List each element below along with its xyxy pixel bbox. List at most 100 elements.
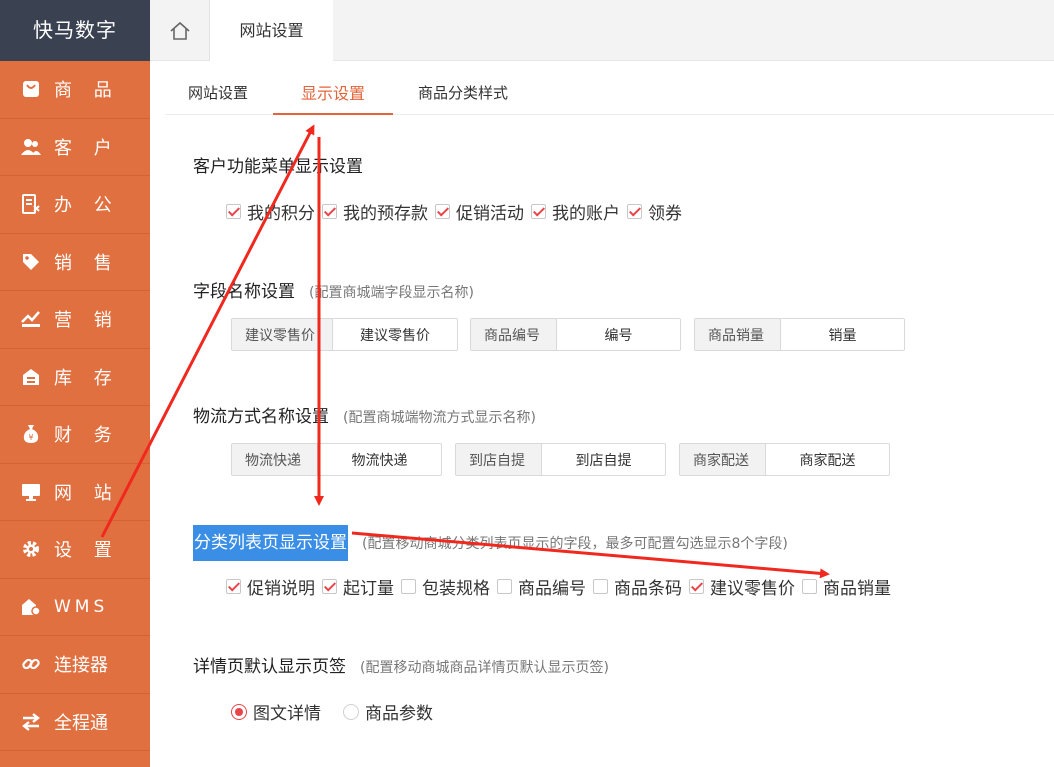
section-title-customer-menu: 客户功能菜单显示设置 (193, 157, 363, 177)
field-input[interactable]: 编号 (557, 319, 680, 350)
sidebar-item-label: 客 户 (54, 137, 120, 159)
checkbox-promotions[interactable]: 促销活动 (435, 199, 524, 224)
section-note: (配置移动商城分类列表页显示的字段，最多可配置勾选显示8个字段) (362, 536, 788, 552)
sidebar-item-label: 商 品 (54, 80, 120, 102)
money-bag-icon: ¥ (20, 423, 42, 445)
tab-display-settings[interactable]: 显示设置 (273, 72, 393, 115)
checkbox-min-order[interactable]: 起订量 (322, 574, 394, 599)
radio-dot[interactable] (231, 703, 247, 720)
field-input[interactable]: 商家配送 (766, 444, 889, 475)
checkbox-my-points[interactable]: 我的积分 (226, 199, 315, 224)
document-icon (20, 193, 42, 215)
checkbox-box[interactable] (689, 579, 704, 594)
warehouse-icon (20, 366, 42, 388)
monitor-icon (20, 481, 42, 503)
checkbox-box[interactable] (531, 204, 546, 219)
section-title-detail-tab: 详情页默认显示页签 (配置移动商城商品详情页默认显示页签) (193, 657, 609, 677)
radio-goods-params[interactable]: 商品参数 (343, 699, 433, 724)
bag-icon (20, 78, 42, 100)
sidebar-item-label: WMS (54, 596, 109, 617)
field-goods-code: 商品编号 编号 (470, 318, 681, 351)
section-title-category-list: 分类列表页显示设置 (配置移动商城分类列表页显示的字段，最多可配置勾选显示8个字段… (193, 525, 788, 561)
sidebar-item-label: 营 销 (54, 310, 120, 332)
checkbox-box[interactable] (802, 579, 817, 594)
settings-subtabs: 网站设置 显示设置 商品分类样式 (165, 72, 1054, 115)
tab-website-settings[interactable]: 网站设置 (173, 72, 263, 115)
sidebar-item-office[interactable]: 办 公 (0, 176, 150, 234)
checkbox-goods-code[interactable]: 商品编号 (497, 574, 586, 599)
checkbox-box[interactable] (593, 579, 608, 594)
checkbox-barcode[interactable]: 商品条码 (593, 574, 682, 599)
home-icon (169, 21, 190, 40)
sidebar-item-wms[interactable]: WMS (0, 579, 150, 636)
sidebar-item-label: 连接器 (54, 655, 108, 677)
sidebar-item-label: 财 务 (54, 425, 120, 447)
tab-category-style[interactable]: 商品分类样式 (411, 72, 515, 115)
checkbox-packaging[interactable]: 包装规格 (401, 574, 490, 599)
sidebar-item-connector[interactable]: 连接器 (0, 636, 150, 694)
section-note: (配置移动商城商品详情页默认显示页签) (360, 660, 609, 676)
swap-icon (20, 711, 42, 733)
field-input[interactable]: 建议零售价 (333, 319, 457, 350)
sidebar-item-label: 销 售 (54, 252, 120, 274)
sidebar-item-marketing[interactable]: 营 销 (0, 291, 150, 349)
field-retail-price: 建议零售价 建议零售价 (231, 318, 458, 351)
field-input[interactable]: 物流快递 (318, 444, 441, 475)
checkbox-goods-sales[interactable]: 商品销量 (802, 574, 891, 599)
checkbox-box[interactable] (226, 579, 241, 594)
sidebar-item-label: 网 站 (54, 482, 120, 504)
svg-text:¥: ¥ (28, 433, 33, 442)
wms-icon (20, 596, 42, 618)
field-label: 建议零售价 (232, 319, 333, 350)
checkbox-coupons[interactable]: 领券 (627, 199, 682, 224)
field-label: 物流快递 (232, 444, 318, 475)
brand-logo: 快马数字 (0, 0, 150, 61)
users-icon (20, 136, 42, 158)
sidebar-item-goods[interactable]: 商 品 (0, 61, 150, 119)
checkbox-box[interactable] (435, 204, 450, 219)
customer-menu-options: 我的积分 我的预存款 促销活动 我的账户 领券 (226, 199, 689, 224)
sidebar-item-website[interactable]: 网 站 (0, 464, 150, 521)
sidebar-item-label: 库 存 (54, 367, 120, 389)
highlighted-title: 分类列表页显示设置 (193, 525, 348, 561)
section-title-field-names: 字段名称设置 (配置商城端字段显示名称) (193, 282, 474, 302)
trend-chart-icon (20, 308, 42, 330)
sidebar-item-label: 设 置 (54, 540, 120, 562)
section-note: (配置商城端字段显示名称) (309, 285, 474, 301)
checkbox-box[interactable] (322, 204, 337, 219)
checkbox-retail-price[interactable]: 建议零售价 (689, 574, 795, 599)
field-express: 物流快递 物流快递 (231, 443, 442, 476)
checkbox-box[interactable] (226, 204, 241, 219)
sidebar-item-label: 办 公 (54, 195, 120, 217)
page-tab-website-settings[interactable]: 网站设置 (210, 0, 333, 61)
field-merchant-delivery: 商家配送 商家配送 (679, 443, 890, 476)
field-goods-sales: 商品销量 销量 (694, 318, 905, 351)
sidebar: 快马数字 商 品 客 户 办 公 销 售 营 销 库 存 ¥ 财 务 网 站 设… (0, 0, 150, 767)
field-input[interactable]: 销量 (781, 319, 904, 350)
radio-dot[interactable] (343, 703, 359, 720)
checkbox-box[interactable] (401, 579, 416, 594)
category-list-options: 促销说明 起订量 包装规格 商品编号 商品条码 建议零售价 商品销量 (226, 574, 898, 599)
section-title-logistics-names: 物流方式名称设置 (配置商城端物流方式显示名称) (193, 407, 536, 427)
field-label: 商品编号 (471, 319, 557, 350)
checkbox-my-account[interactable]: 我的账户 (531, 199, 620, 224)
sidebar-item-sales[interactable]: 销 售 (0, 234, 150, 291)
field-input[interactable]: 到店自提 (542, 444, 665, 475)
sidebar-item-inventory[interactable]: 库 存 (0, 349, 150, 406)
checkbox-my-deposit[interactable]: 我的预存款 (322, 199, 428, 224)
sidebar-item-fullflow[interactable]: 全程通 (0, 694, 150, 751)
sidebar-item-customers[interactable]: 客 户 (0, 119, 150, 176)
radio-graphic-detail[interactable]: 图文详情 (231, 699, 321, 724)
field-label: 商家配送 (680, 444, 766, 475)
sidebar-item-finance[interactable]: ¥ 财 务 (0, 406, 150, 464)
checkbox-promo-desc[interactable]: 促销说明 (226, 574, 315, 599)
checkbox-box[interactable] (322, 579, 337, 594)
sidebar-item-settings[interactable]: 设 置 (0, 521, 150, 579)
sidebar-item-label: 全程通 (54, 712, 108, 734)
app-root: 快马数字 商 品 客 户 办 公 销 售 营 销 库 存 ¥ 财 务 网 站 设… (0, 0, 1054, 767)
checkbox-box[interactable] (627, 204, 642, 219)
home-tab[interactable] (150, 0, 210, 61)
checkbox-box[interactable] (497, 579, 512, 594)
link-icon (20, 653, 42, 675)
field-label: 商品销量 (695, 319, 781, 350)
